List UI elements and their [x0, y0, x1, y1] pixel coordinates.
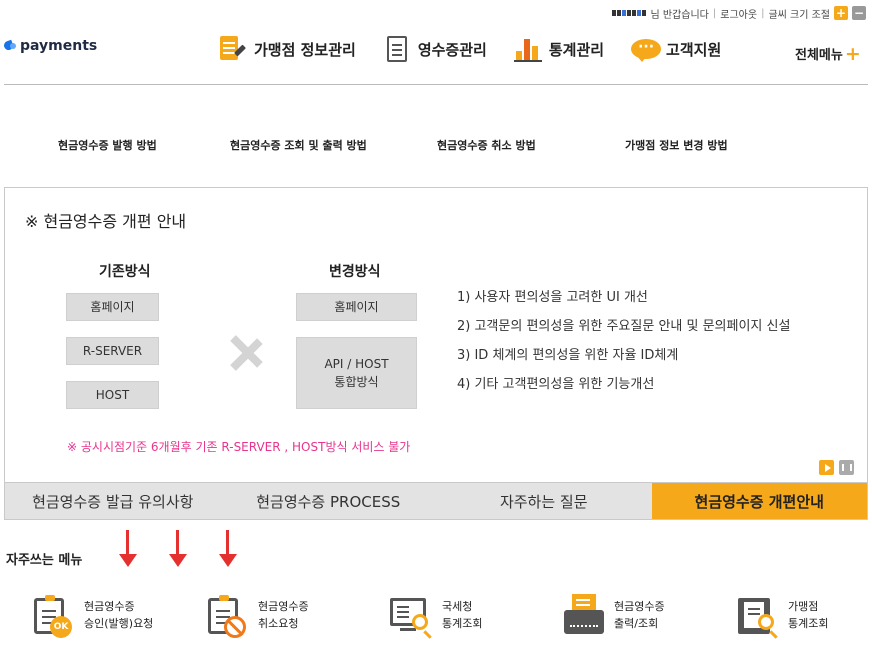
- book-search-icon: [734, 592, 780, 638]
- bar-chart-icon: [513, 34, 543, 64]
- new-item-api-line: API / HOST: [324, 357, 389, 371]
- fav-print-lookup[interactable]: 현금영수증출력/조회: [560, 592, 665, 638]
- fav-nts-statistics[interactable]: 국세청통계조회: [388, 592, 482, 638]
- nav-label: 통계관리: [548, 40, 605, 59]
- new-item-homepage: 홈페이지: [296, 293, 417, 321]
- fav-line1: 국세청: [442, 600, 473, 613]
- pause-icon[interactable]: [839, 460, 854, 475]
- plus-icon: +: [844, 42, 861, 65]
- printer-icon: [560, 592, 606, 638]
- guide-store-change-link[interactable]: 가맹점 정보 변경 방법: [625, 137, 728, 153]
- nav-store-info[interactable]: 가맹점 정보관리: [218, 34, 356, 64]
- new-item-integrated-line: 통합방식: [334, 375, 379, 389]
- improvement-item: 3) ID 체계의 편의성을 위한 자율 ID체계: [457, 348, 679, 363]
- guide-lookup-link[interactable]: 현금영수증 조회 및 출력 방법: [230, 137, 367, 153]
- improvement-item: 4) 기타 고객편의성을 위한 기능개선: [457, 377, 655, 392]
- all-menu-button[interactable]: 전체메뉴 +: [795, 44, 861, 63]
- utility-bar: 님 반갑습니다 | 로그아웃 | 글씨 크기 조절 + −: [612, 4, 866, 22]
- tab-issue-notes[interactable]: 현금영수증 발급 유의사항: [5, 483, 221, 519]
- user-name-masked: [612, 10, 647, 16]
- tab-process[interactable]: 현금영수증 PROCESS: [221, 483, 437, 519]
- nav-support[interactable]: 고객지원: [630, 34, 721, 64]
- receipt-icon: [382, 34, 412, 64]
- monitor-search-icon: [388, 592, 434, 638]
- header-divider: [4, 84, 868, 85]
- nav-receipt[interactable]: 영수증관리: [382, 34, 487, 64]
- logout-link[interactable]: 로그아웃: [720, 6, 757, 21]
- chevron-right-icon: [227, 322, 257, 374]
- zoom-out-button[interactable]: −: [852, 6, 866, 20]
- fav-cancel-request[interactable]: 현금영수증취소요청: [204, 592, 309, 638]
- guide-issue-link[interactable]: 현금영수증 발행 방법: [58, 137, 157, 153]
- old-method-heading: 기존방식: [99, 264, 151, 280]
- tab-faq[interactable]: 자주하는 질문: [436, 483, 652, 519]
- new-item-api-host: API / HOST 통합방식: [296, 337, 417, 409]
- all-menu-label: 전체메뉴: [795, 48, 843, 63]
- guide-cancel-link[interactable]: 현금영수증 취소 방법: [437, 137, 536, 153]
- fav-line1: 현금영수증: [84, 600, 135, 613]
- approve-ok-icon: OK: [30, 592, 76, 638]
- fav-line2: 출력/조회: [614, 617, 659, 630]
- greeting-text: 님 반갑습니다: [650, 9, 709, 21]
- store-info-icon: [218, 34, 248, 64]
- fav-line2: 취소요청: [258, 617, 299, 630]
- red-arrow-down-icon: [168, 530, 188, 570]
- old-item-rserver: R-SERVER: [66, 337, 159, 365]
- red-arrow-down-icon: [218, 530, 238, 570]
- fav-approve-request[interactable]: OK 현금영수증승인(발행)요청: [30, 592, 153, 638]
- fav-line1: 현금영수증: [614, 600, 665, 613]
- red-arrow-down-icon: [118, 530, 138, 570]
- fav-line2: 승인(발행)요청: [84, 617, 154, 630]
- play-icon[interactable]: [819, 460, 834, 475]
- fav-store-statistics[interactable]: 가맹점통계조회: [734, 592, 828, 638]
- nav-label: 영수증관리: [417, 40, 487, 59]
- cancel-request-icon: [204, 592, 250, 638]
- nav-statistics[interactable]: 통계관리: [513, 34, 604, 64]
- zoom-in-button[interactable]: +: [834, 6, 848, 20]
- fav-line1: 현금영수증: [258, 600, 309, 613]
- old-item-homepage: 홈페이지: [66, 293, 159, 321]
- chat-bubble-icon: [630, 34, 662, 64]
- guide-links: 현금영수증 발행 방법 현금영수증 조회 및 출력 방법 현금영수증 취소 방법…: [0, 137, 872, 153]
- notice-slide: ※ 현금영수증 개편 안내 기존방식 변경방식 홈페이지 R-SERVER HO…: [4, 187, 868, 483]
- new-method-heading: 변경방식: [329, 264, 381, 280]
- main-navigation: 가맹점 정보관리 영수증관리 통계관리 고객지원: [218, 34, 747, 64]
- logo[interactable]: payments: [4, 38, 97, 54]
- tab-reform-notice[interactable]: 현금영수증 개편안내: [651, 483, 867, 519]
- old-item-host: HOST: [66, 381, 159, 409]
- fav-line1: 가맹점: [788, 600, 819, 613]
- nav-label: 가맹점 정보관리: [254, 40, 356, 59]
- favorites-heading: 자주쓰는 메뉴: [6, 553, 83, 568]
- fav-line2: 통계조회: [442, 617, 483, 630]
- notice-title: ※ 현금영수증 개편 안내: [25, 212, 187, 231]
- nav-label: 고객지원: [666, 40, 722, 59]
- improvement-list: 1) 사용자 편의성을 고려한 UI 개선 2) 고객문의 편의성을 위한 주요…: [457, 290, 790, 406]
- service-end-warning: ※ 공시시점기준 6개월후 기존 R-SERVER , HOST방식 서비스 불…: [67, 440, 411, 454]
- font-size-label: 글씨 크기 조절: [768, 9, 830, 21]
- logo-text: payments: [20, 38, 98, 54]
- notice-tabs: 현금영수증 발급 유의사항 현금영수증 PROCESS 자주하는 질문 현금영수…: [4, 483, 868, 520]
- improvement-item: 2) 고객문의 편의성을 위한 주요질문 안내 및 문의페이지 신설: [457, 319, 791, 334]
- improvement-item: 1) 사용자 편의성을 고려한 UI 개선: [457, 290, 648, 305]
- fav-line2: 통계조회: [788, 617, 829, 630]
- payments-logo-icon: [4, 40, 18, 52]
